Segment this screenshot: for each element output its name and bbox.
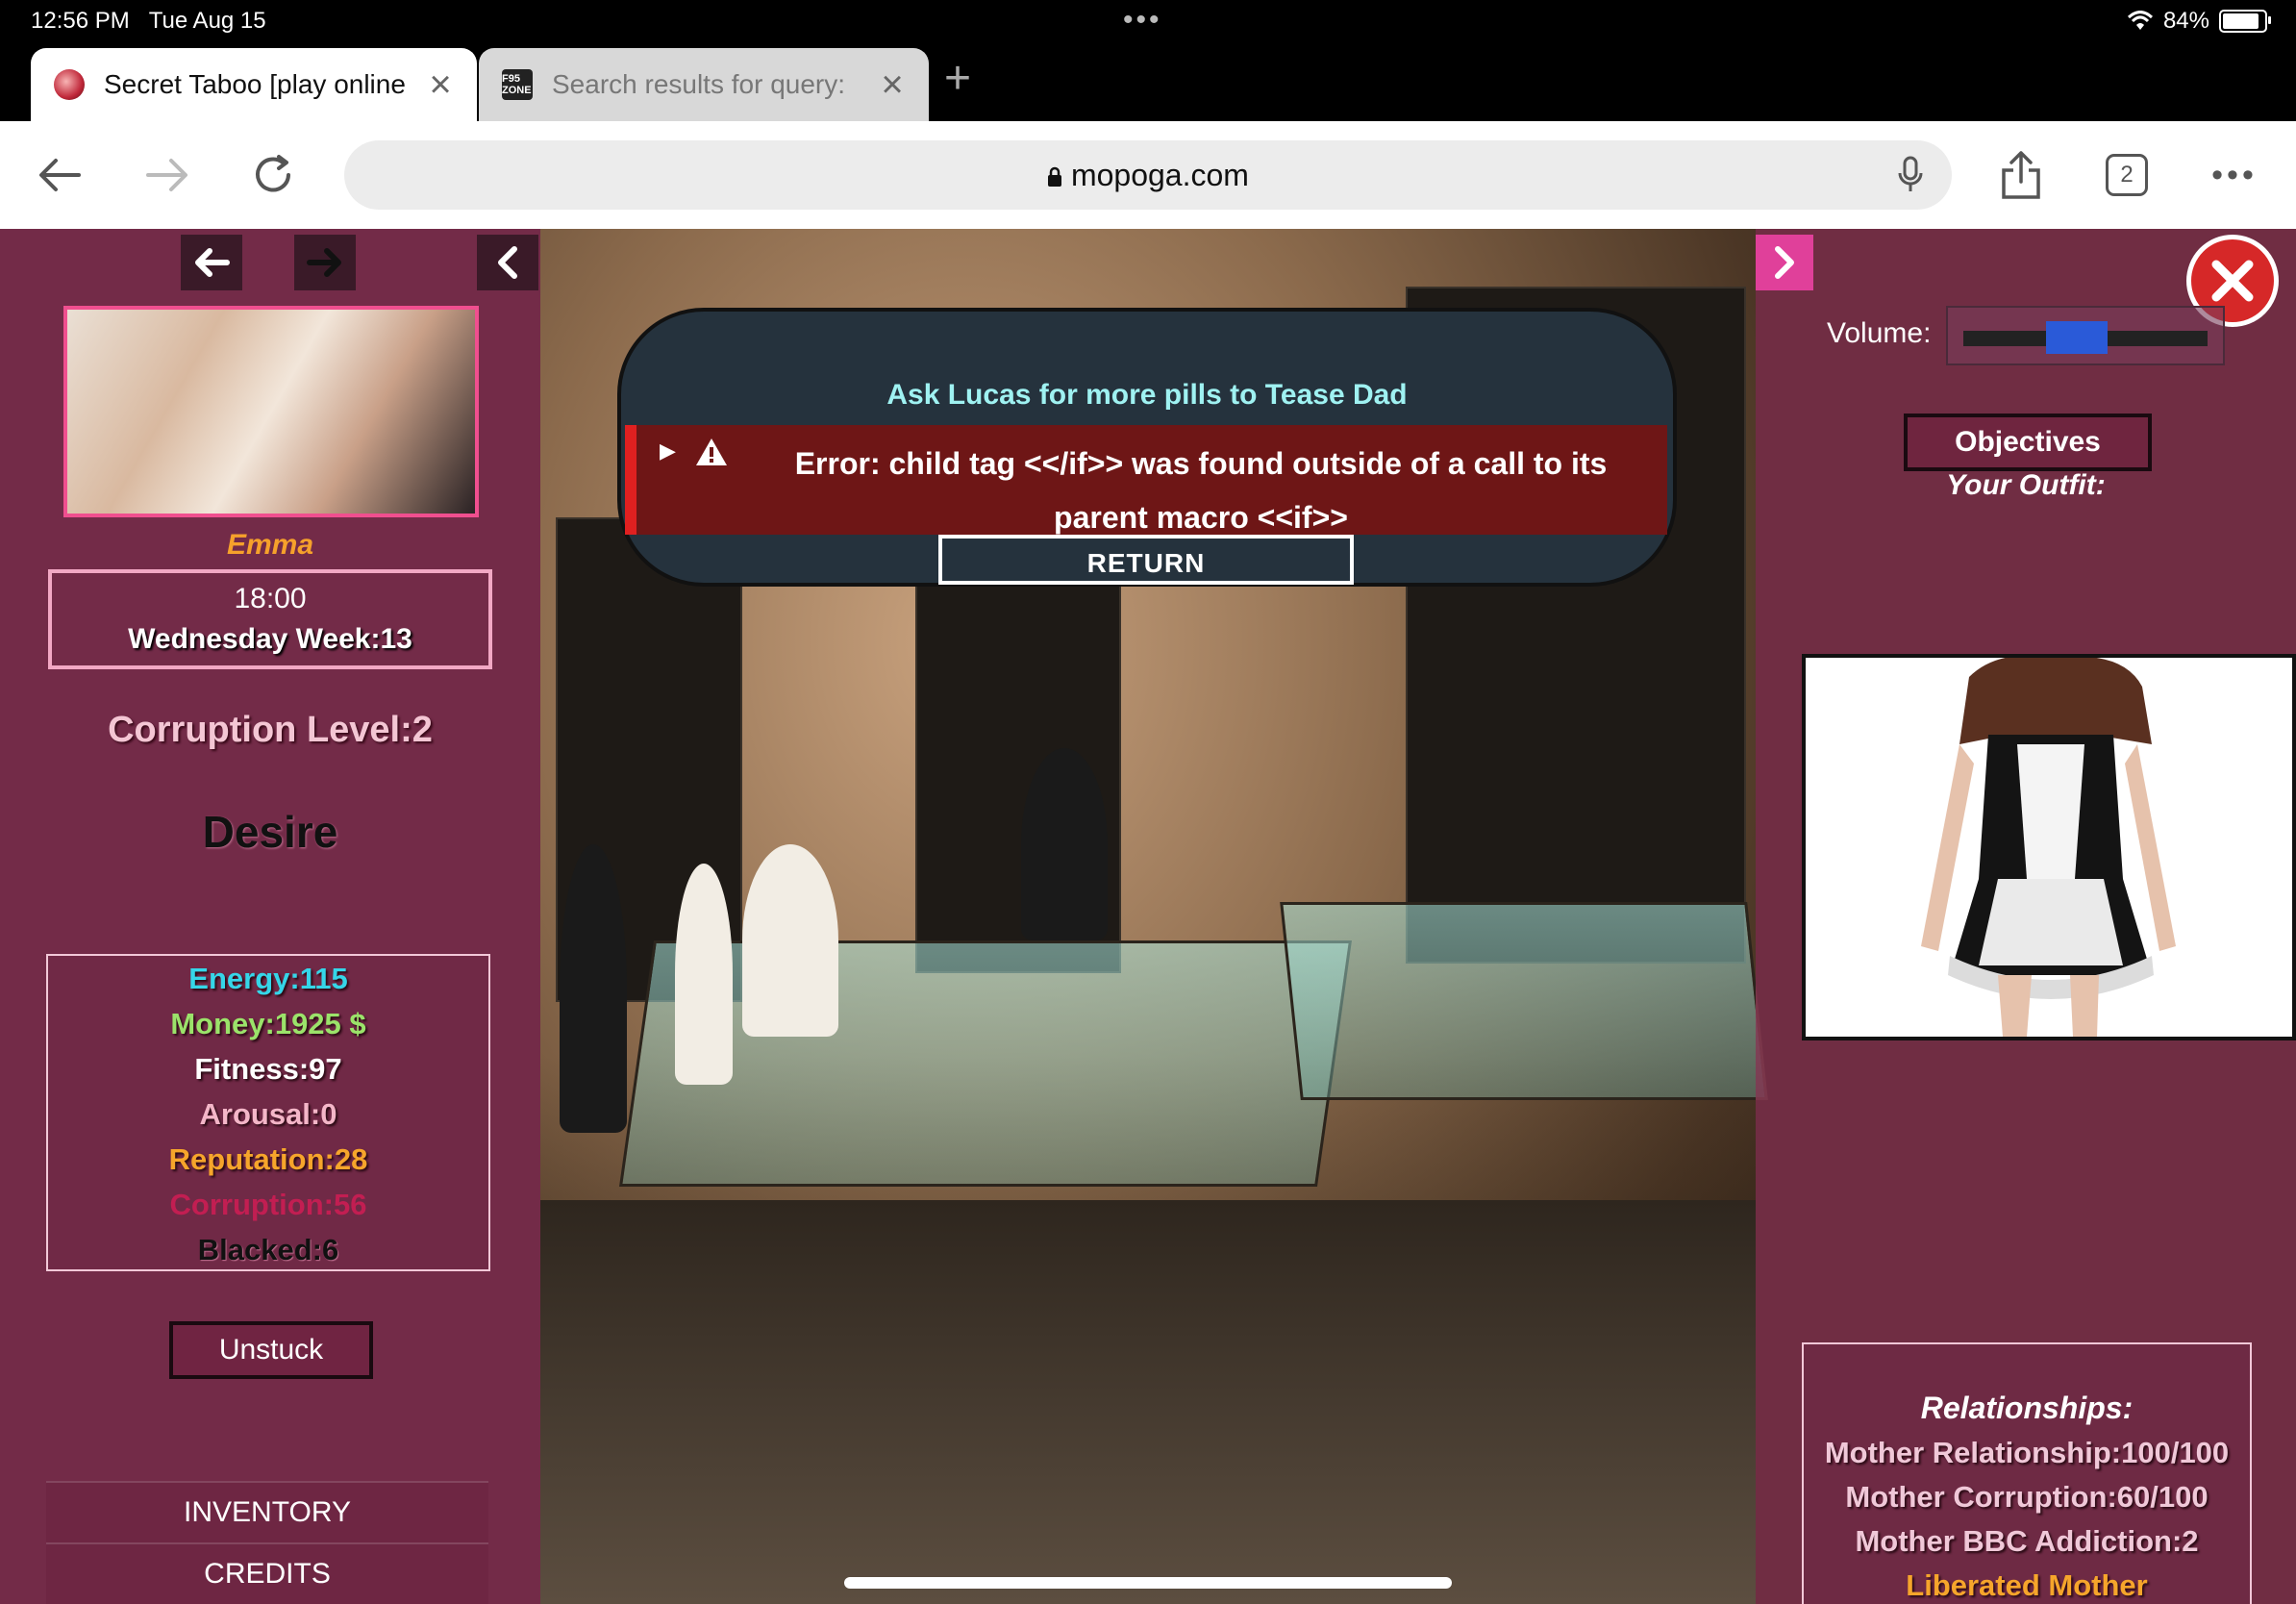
- day-week: Wednesday Week:13: [128, 623, 412, 655]
- relationship-item: Mother Corruption:60/100: [1845, 1480, 2209, 1514]
- error-text: Error: child tag <</if>> was found outsi…: [794, 446, 1608, 535]
- stat-corruption: Corruption:56: [169, 1188, 367, 1221]
- unstuck-button[interactable]: Unstuck: [169, 1321, 373, 1379]
- relationship-item: Mother Relationship:100/100: [1824, 1436, 2230, 1469]
- tab-secret-taboo[interactable]: Secret Taboo [play online ×: [31, 48, 477, 121]
- stats-box: Energy:115 Money:1925 $ Fitness:97 Arous…: [46, 954, 490, 1271]
- hand-display: [560, 844, 627, 1133]
- stat-fitness: Fitness:97: [194, 1052, 342, 1086]
- arrow-right-icon: [146, 159, 187, 191]
- battery-icon: [2219, 10, 2271, 33]
- address-bar[interactable]: mopoga.com: [344, 140, 1952, 210]
- relationship-item: Mother BBC Addiction:2: [1855, 1524, 2199, 1558]
- battery-percent: 84%: [2162, 8, 2209, 34]
- back-button[interactable]: [27, 142, 92, 208]
- f95-favicon-icon: F95 ZONE: [502, 69, 533, 100]
- share-button[interactable]: [1988, 142, 2054, 208]
- volume-label: Volume:: [1827, 317, 1932, 349]
- relationships-title: Relationships:: [1920, 1391, 2134, 1425]
- volume-slider[interactable]: [1946, 306, 2225, 365]
- status-time: 12:56 PM Tue Aug 15: [31, 8, 266, 34]
- more-menu-button[interactable]: •••: [2202, 142, 2267, 208]
- status-bar: 12:56 PM Tue Aug 15 ••• 84%: [0, 0, 2296, 44]
- objectives-button[interactable]: Objectives: [1904, 414, 2152, 471]
- close-icon: [2211, 260, 2254, 302]
- credits-menu-item[interactable]: CREDITS: [46, 1542, 488, 1604]
- close-tab-icon[interactable]: ×: [421, 65, 460, 104]
- favicon-icon: [54, 69, 85, 100]
- history-forward-button[interactable]: [294, 235, 356, 290]
- chevron-left-icon: [498, 246, 517, 279]
- microphone-icon[interactable]: [1898, 156, 1923, 199]
- expand-triangle-icon[interactable]: ▶: [660, 439, 676, 464]
- necklace-bust: [742, 844, 838, 1037]
- more-icon: •••: [2211, 156, 2258, 193]
- hand-display: [675, 864, 733, 1085]
- tabs-overview-button[interactable]: 2: [2094, 142, 2159, 208]
- display-counter: [1280, 902, 1768, 1100]
- dialog-title: Ask Lucas for more pills to Tease Dad: [886, 379, 1408, 411]
- clock-time: 18:00: [234, 583, 307, 614]
- new-tab-icon[interactable]: +: [944, 56, 971, 102]
- stat-blacked: Blacked:6: [197, 1233, 339, 1266]
- tab-bar: Secret Taboo [play online × F95 ZONE Sea…: [0, 44, 2296, 121]
- time-box: 18:00 Wednesday Week:13: [48, 569, 492, 669]
- outfit-label: Your Outfit:: [1946, 469, 2106, 501]
- corruption-level: Corruption Level:2: [108, 710, 433, 750]
- stat-energy: Energy:115: [188, 962, 348, 995]
- stat-money: Money:1925 $: [170, 1007, 366, 1040]
- outfit-image: [1802, 654, 2296, 1040]
- inventory-menu-item[interactable]: INVENTORY: [46, 1481, 488, 1542]
- floor: [540, 1200, 1756, 1604]
- wifi-icon: [2127, 11, 2153, 30]
- return-button[interactable]: RETURN: [938, 535, 1354, 585]
- lock-icon: [1048, 166, 1062, 187]
- game-area: Emma 18:00 Wednesday Week:13 Corruption …: [0, 229, 2296, 1604]
- tab-count-icon: 2: [2106, 154, 2148, 196]
- expand-right-sidebar-button[interactable]: [1756, 235, 1813, 290]
- tab-search-results[interactable]: F95 ZONE Search results for query: ×: [479, 48, 929, 121]
- warning-icon: [696, 439, 727, 465]
- error-message-bar[interactable]: ▶ Error: child tag <</if>> was found out…: [625, 425, 1667, 535]
- stat-reputation: Reputation:28: [168, 1142, 368, 1176]
- multitasking-dots[interactable]: •••: [1123, 4, 1162, 37]
- character-name: Emma: [226, 529, 314, 561]
- stat-arousal: Arousal:0: [199, 1097, 337, 1131]
- arrow-right-icon: [307, 248, 341, 277]
- mood-label: Desire: [202, 807, 338, 857]
- tab-title: Secret Taboo [play online: [104, 69, 406, 99]
- relationships-box: Relationships: Mother Relationship:100/1…: [1802, 1342, 2252, 1604]
- arrow-left-icon: [195, 248, 230, 277]
- error-dialog: Ask Lucas for more pills to Tease Dad ▶ …: [617, 308, 1677, 587]
- tab-title: Search results for query:: [552, 69, 846, 99]
- character-portrait: [63, 306, 479, 517]
- relationship-item: Liberated Mother: [1906, 1568, 2148, 1602]
- close-tab-icon[interactable]: ×: [873, 65, 911, 104]
- status-right: 84%: [2127, 8, 2271, 35]
- history-back-button[interactable]: [181, 235, 242, 290]
- home-indicator[interactable]: [844, 1577, 1452, 1589]
- chevron-right-icon: [1775, 246, 1794, 279]
- browser-toolbar: mopoga.com 2 •••: [0, 121, 2296, 229]
- forward-button[interactable]: [135, 142, 200, 208]
- volume-thumb[interactable]: [2045, 321, 2108, 354]
- collapse-sidebar-button[interactable]: [477, 235, 538, 290]
- reload-button[interactable]: [240, 142, 306, 208]
- arrow-left-icon: [39, 159, 81, 191]
- url-text: mopoga.com: [344, 158, 1952, 193]
- necklace-bust: [1021, 748, 1108, 940]
- reload-icon: [256, 155, 290, 192]
- share-icon: [2002, 151, 2040, 199]
